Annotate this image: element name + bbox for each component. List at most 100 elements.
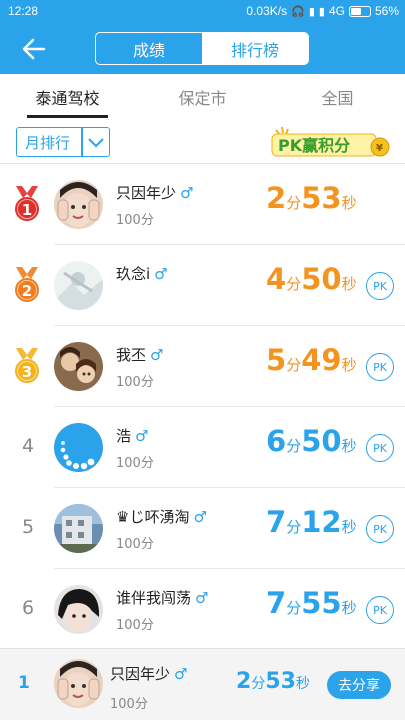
sec-unit: 秒 (295, 676, 310, 692)
min-unit: 分 (286, 437, 302, 455)
my-rank-bar: 1 只因年少 ♂ 100分 2分53秒 去分享 (0, 648, 405, 720)
user-score: 100分 (116, 213, 154, 228)
tab-city-label: 保定市 (178, 89, 227, 108)
ranking-row[interactable]: 1 只因年少 ♂ 100分 2分53秒 (0, 164, 405, 245)
rank-number: 4 (21, 435, 35, 457)
share-button[interactable]: 去分享 (327, 671, 391, 699)
user-avatar[interactable] (54, 180, 103, 229)
sec-unit: 秒 (341, 356, 357, 374)
pk-button[interactable]: PK (366, 272, 394, 300)
active-tab-underline (27, 115, 108, 118)
user-avatar[interactable] (54, 585, 103, 634)
svg-text:3: 3 (22, 363, 32, 381)
medal-icon: 3 (10, 346, 44, 386)
user-avatar[interactable] (54, 423, 103, 472)
min-unit: 分 (286, 356, 302, 374)
tab-city[interactable]: 保定市 (135, 74, 270, 120)
time-minutes: 5 (266, 343, 287, 377)
ranking-row[interactable]: 3 我丕 ♂ 100分 5分49秒 PK (0, 326, 405, 407)
male-icon: ♂ (180, 184, 194, 202)
user-name: 只因年少 ♂ (116, 182, 193, 203)
min-unit: 分 (286, 275, 302, 293)
user-name-text: 只因年少 (116, 184, 177, 202)
my-time-sec: 53 (265, 669, 296, 694)
rank-number: 6 (21, 597, 35, 619)
pk-button[interactable]: PK (366, 434, 394, 462)
time-minutes: 7 (266, 505, 287, 539)
clock: 12:28 (8, 4, 39, 18)
user-name: 我丕 ♂ (116, 344, 163, 365)
completion-time: 5分49秒 (266, 343, 357, 377)
filter-row: 月排行 PK赢积分 ¥ (0, 120, 405, 164)
user-avatar[interactable] (54, 342, 103, 391)
male-icon: ♂ (150, 346, 164, 364)
my-time-min: 2 (236, 669, 252, 694)
tab-national[interactable]: 全国 (270, 74, 405, 120)
rank-number: 5 (21, 516, 35, 538)
dropdown-value: 月排行 (25, 133, 71, 152)
segment-scores[interactable]: 成绩 (96, 33, 202, 64)
ranking-row[interactable]: 5 ♛じ吥湧淘 ♂ 100分 7分12秒 PK (0, 488, 405, 569)
tab-national-label: 全国 (321, 89, 354, 108)
back-button[interactable] (18, 34, 50, 64)
battery-level: 56% (374, 4, 399, 18)
status-bar: 12:28 0.03K/s 🎧 ▮ ▮ 4G 56% (0, 0, 405, 24)
sec-unit: 秒 (341, 194, 357, 212)
ranking-row[interactable]: 2 玖念i ♂ 4分50秒 PK (0, 245, 405, 326)
medal-icon: 2 (10, 265, 44, 305)
completion-time: 7分12秒 (266, 505, 357, 539)
time-seconds: 12 (301, 505, 342, 539)
pk-button[interactable]: PK (366, 596, 394, 624)
battery-icon (348, 5, 371, 17)
sec-unit: 秒 (341, 275, 357, 293)
user-score: 100分 (116, 456, 154, 471)
user-name-text: 我丕 (116, 346, 147, 364)
time-seconds: 50 (301, 424, 342, 458)
ranking-row[interactable]: 4 浩 ♂ 100分 6分50秒 PK (0, 407, 405, 488)
user-avatar[interactable] (54, 261, 103, 310)
user-name-text: ♛じ吥湧淘 (116, 508, 190, 526)
my-avatar[interactable] (54, 659, 103, 708)
male-icon: ♂ (174, 665, 188, 683)
completion-time: 4分50秒 (266, 262, 357, 296)
my-name-text: 只因年少 (110, 665, 171, 683)
user-score: 100分 (116, 537, 154, 552)
pk-button[interactable]: PK (366, 353, 394, 381)
completion-time: 7分55秒 (266, 586, 357, 620)
svg-text:PK赢积分: PK赢积分 (278, 136, 350, 155)
completion-time: 2分53秒 (266, 181, 357, 215)
segment-control: 成绩 排行榜 (95, 32, 309, 65)
time-minutes: 2 (266, 181, 287, 215)
user-name: 浩 ♂ (116, 425, 148, 446)
time-seconds: 53 (301, 181, 342, 215)
signal-icon-2: ▮ (318, 5, 325, 18)
user-name-text: 浩 (116, 427, 132, 445)
pk-points-logo[interactable]: PK赢积分 ¥ (270, 124, 394, 160)
male-icon: ♂ (154, 265, 168, 283)
tab-school[interactable]: 泰通驾校 (0, 74, 135, 120)
sec-unit: 秒 (341, 599, 357, 617)
segment-leaderboard[interactable]: 排行榜 (202, 33, 308, 64)
sec-unit: 秒 (341, 518, 357, 536)
headset-icon: 🎧 (291, 5, 305, 18)
time-seconds: 50 (301, 262, 342, 296)
user-avatar[interactable] (54, 504, 103, 553)
time-minutes: 4 (266, 262, 287, 296)
user-name-text: 玖念i (116, 265, 151, 283)
user-score: 100分 (116, 375, 154, 390)
time-minutes: 6 (266, 424, 287, 458)
scope-tabs: 泰通驾校 保定市 全国 (0, 74, 405, 120)
ranking-row[interactable]: 6 谁伴我闯荡 ♂ 100分 7分55秒 PK (0, 569, 405, 650)
male-icon: ♂ (195, 589, 209, 607)
male-icon: ♂ (193, 508, 207, 526)
pk-button[interactable]: PK (366, 515, 394, 543)
completion-time: 6分50秒 (266, 424, 357, 458)
period-dropdown[interactable]: 月排行 (16, 127, 110, 157)
medal-icon: 1 (10, 184, 44, 224)
user-name-text: 谁伴我闯荡 (116, 589, 192, 607)
user-name: 玖念i ♂ (116, 263, 168, 284)
signal-icon: ▮ (308, 5, 315, 18)
arrow-left-icon (22, 38, 46, 60)
male-icon: ♂ (135, 427, 149, 445)
user-score: 100分 (116, 618, 154, 633)
